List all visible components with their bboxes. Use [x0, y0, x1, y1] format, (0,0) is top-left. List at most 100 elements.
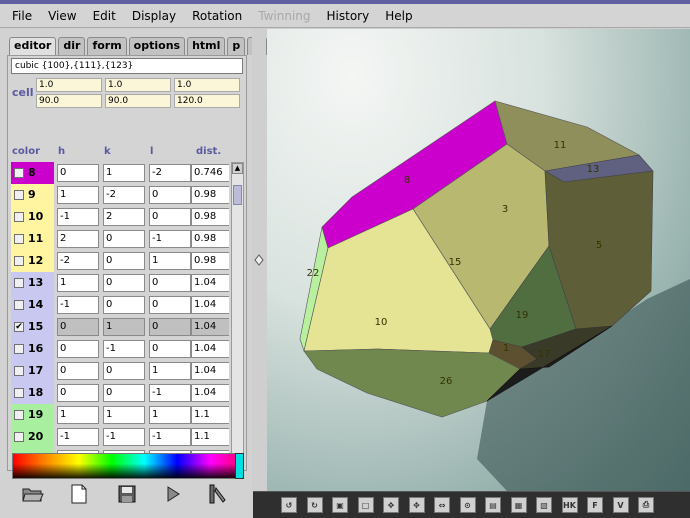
- face-l-field[interactable]: 1: [149, 252, 191, 270]
- tab-p[interactable]: p: [227, 37, 246, 55]
- face-dist-field[interactable]: 1.04: [191, 296, 229, 314]
- view-front-icon[interactable]: ▦: [510, 497, 527, 513]
- face-h-field[interactable]: 0: [57, 362, 99, 380]
- face-visible-checkbox[interactable]: [14, 168, 24, 178]
- face-dist-field[interactable]: 1.04: [191, 362, 229, 380]
- face-k-field[interactable]: -2: [103, 186, 145, 204]
- face-color-swatch[interactable]: 10: [11, 206, 54, 228]
- face-visible-checkbox[interactable]: [14, 190, 24, 200]
- face-h-field[interactable]: 0: [57, 384, 99, 402]
- face-h-field[interactable]: 1: [57, 274, 99, 292]
- face-color-swatch[interactable]: 19: [11, 404, 54, 426]
- face-k-field[interactable]: 0: [103, 296, 145, 314]
- square-icon[interactable]: □: [357, 497, 374, 513]
- face-h-field[interactable]: 0: [57, 318, 99, 336]
- table-row[interactable]: 20 -1 -1 -1 1.1: [11, 426, 229, 448]
- color-palette[interactable]: [12, 453, 244, 479]
- face-visible-checkbox[interactable]: [14, 212, 24, 222]
- face-visible-checkbox[interactable]: [14, 432, 24, 442]
- face-h-field[interactable]: -1: [57, 428, 99, 446]
- print-icon[interactable]: ⎙: [638, 497, 654, 513]
- face-visible-checkbox[interactable]: [14, 344, 24, 354]
- face-k-field[interactable]: 2: [103, 208, 145, 226]
- face-dist-field[interactable]: 1.04: [191, 274, 229, 292]
- face-k-field[interactable]: 0: [103, 252, 145, 270]
- menu-edit[interactable]: Edit: [85, 4, 124, 28]
- face-visible-checkbox[interactable]: [14, 300, 24, 310]
- face-dist-field[interactable]: 0.746: [191, 164, 229, 182]
- face-l-field[interactable]: 1: [149, 406, 191, 424]
- tab-html[interactable]: html: [187, 37, 226, 55]
- tab-editor[interactable]: editor: [9, 37, 57, 56]
- menu-view[interactable]: View: [40, 4, 84, 28]
- table-row[interactable]: 16 0 -1 0 1.04: [11, 338, 229, 360]
- cell-a-field[interactable]: 1.0: [36, 78, 102, 92]
- cell-c-field[interactable]: 1.0: [174, 78, 240, 92]
- face-color-swatch[interactable]: 12: [11, 250, 54, 272]
- face-h-field[interactable]: 1: [57, 406, 99, 424]
- face-dist-field[interactable]: 0.98: [191, 252, 229, 270]
- face-color-swatch[interactable]: ✔ 15: [11, 316, 54, 338]
- rotate-right-icon[interactable]: ↻: [306, 497, 323, 513]
- move-alt-icon[interactable]: ✥: [408, 497, 425, 513]
- face-visible-checkbox[interactable]: [14, 278, 24, 288]
- face-dist-field[interactable]: 1.1: [191, 428, 229, 446]
- face-color-swatch[interactable]: 18: [11, 382, 54, 404]
- table-row[interactable]: 10 -1 2 0 0.98: [11, 206, 229, 228]
- tools-icon[interactable]: [206, 483, 228, 505]
- face-l-field[interactable]: 0: [149, 296, 191, 314]
- table-row[interactable]: 12 -2 0 1 0.98: [11, 250, 229, 272]
- face-l-field[interactable]: 1: [149, 362, 191, 380]
- face-color-swatch[interactable]: 13: [11, 272, 54, 294]
- face-visible-checkbox[interactable]: [14, 234, 24, 244]
- table-row[interactable]: 18 0 0 -1 1.04: [11, 382, 229, 404]
- face-color-swatch[interactable]: 8: [11, 162, 54, 184]
- face-h-field[interactable]: -1: [57, 296, 99, 314]
- face-k-field[interactable]: 0: [103, 362, 145, 380]
- face-visible-checkbox[interactable]: [14, 410, 24, 420]
- cell-gamma-field[interactable]: 120.0: [174, 94, 240, 108]
- cell-b-field[interactable]: 1.0: [105, 78, 171, 92]
- face-l-field[interactable]: 0: [149, 340, 191, 358]
- cell-alpha-field[interactable]: 90.0: [36, 94, 102, 108]
- face-h-field[interactable]: 0: [57, 164, 99, 182]
- save-disk-icon[interactable]: [116, 483, 138, 505]
- crystal-drawing[interactable]: 8 11 13 3 5 22 15 19 10 1 17 26: [267, 29, 690, 491]
- formula-input[interactable]: cubic {100},{111},{123}: [11, 58, 243, 74]
- scroll-up-button[interactable]: ▲: [232, 163, 243, 174]
- face-visible-checkbox[interactable]: [14, 388, 24, 398]
- face-dist-field[interactable]: 0.98: [191, 230, 229, 248]
- cell-beta-field[interactable]: 90.0: [105, 94, 171, 108]
- face-k-field[interactable]: 0: [103, 274, 145, 292]
- face-dist-field[interactable]: 1.1: [191, 406, 229, 424]
- face-l-field[interactable]: 0: [149, 318, 191, 336]
- face-dist-field[interactable]: 1.04: [191, 340, 229, 358]
- label-f-icon[interactable]: F: [587, 497, 603, 513]
- face-h-field[interactable]: -2: [57, 252, 99, 270]
- face-k-field[interactable]: 0: [103, 384, 145, 402]
- table-row[interactable]: 8 0 1 -2 0.746: [11, 162, 229, 184]
- face-l-field[interactable]: -1: [149, 384, 191, 402]
- face-l-field[interactable]: -2: [149, 164, 191, 182]
- tab-options[interactable]: options: [128, 37, 186, 55]
- splitter-handle-icon[interactable]: [254, 254, 264, 266]
- menu-help[interactable]: Help: [377, 4, 420, 28]
- new-document-icon[interactable]: [68, 483, 90, 505]
- face-k-field[interactable]: 0: [103, 230, 145, 248]
- face-color-swatch[interactable]: 11: [11, 228, 54, 250]
- table-row[interactable]: 13 1 0 0 1.04: [11, 272, 229, 294]
- face-l-field[interactable]: -1: [149, 428, 191, 446]
- menu-display[interactable]: Display: [124, 4, 184, 28]
- face-color-swatch[interactable]: 9: [11, 184, 54, 206]
- face-k-field[interactable]: -1: [103, 340, 145, 358]
- scroll-thumb[interactable]: [233, 185, 242, 205]
- crystal-viewer[interactable]: 8 11 13 3 5 22 15 19 10 1 17 26: [267, 29, 690, 491]
- tab-form[interactable]: form: [87, 37, 127, 55]
- move-icon[interactable]: ✥: [383, 497, 399, 513]
- book-icon[interactable]: ▤: [485, 497, 501, 513]
- face-k-field[interactable]: 1: [103, 406, 145, 424]
- menu-file[interactable]: File: [0, 4, 40, 28]
- face-h-field[interactable]: 2: [57, 230, 99, 248]
- frame-icon[interactable]: ▣: [332, 497, 348, 513]
- table-row[interactable]: 17 0 0 1 1.04: [11, 360, 229, 382]
